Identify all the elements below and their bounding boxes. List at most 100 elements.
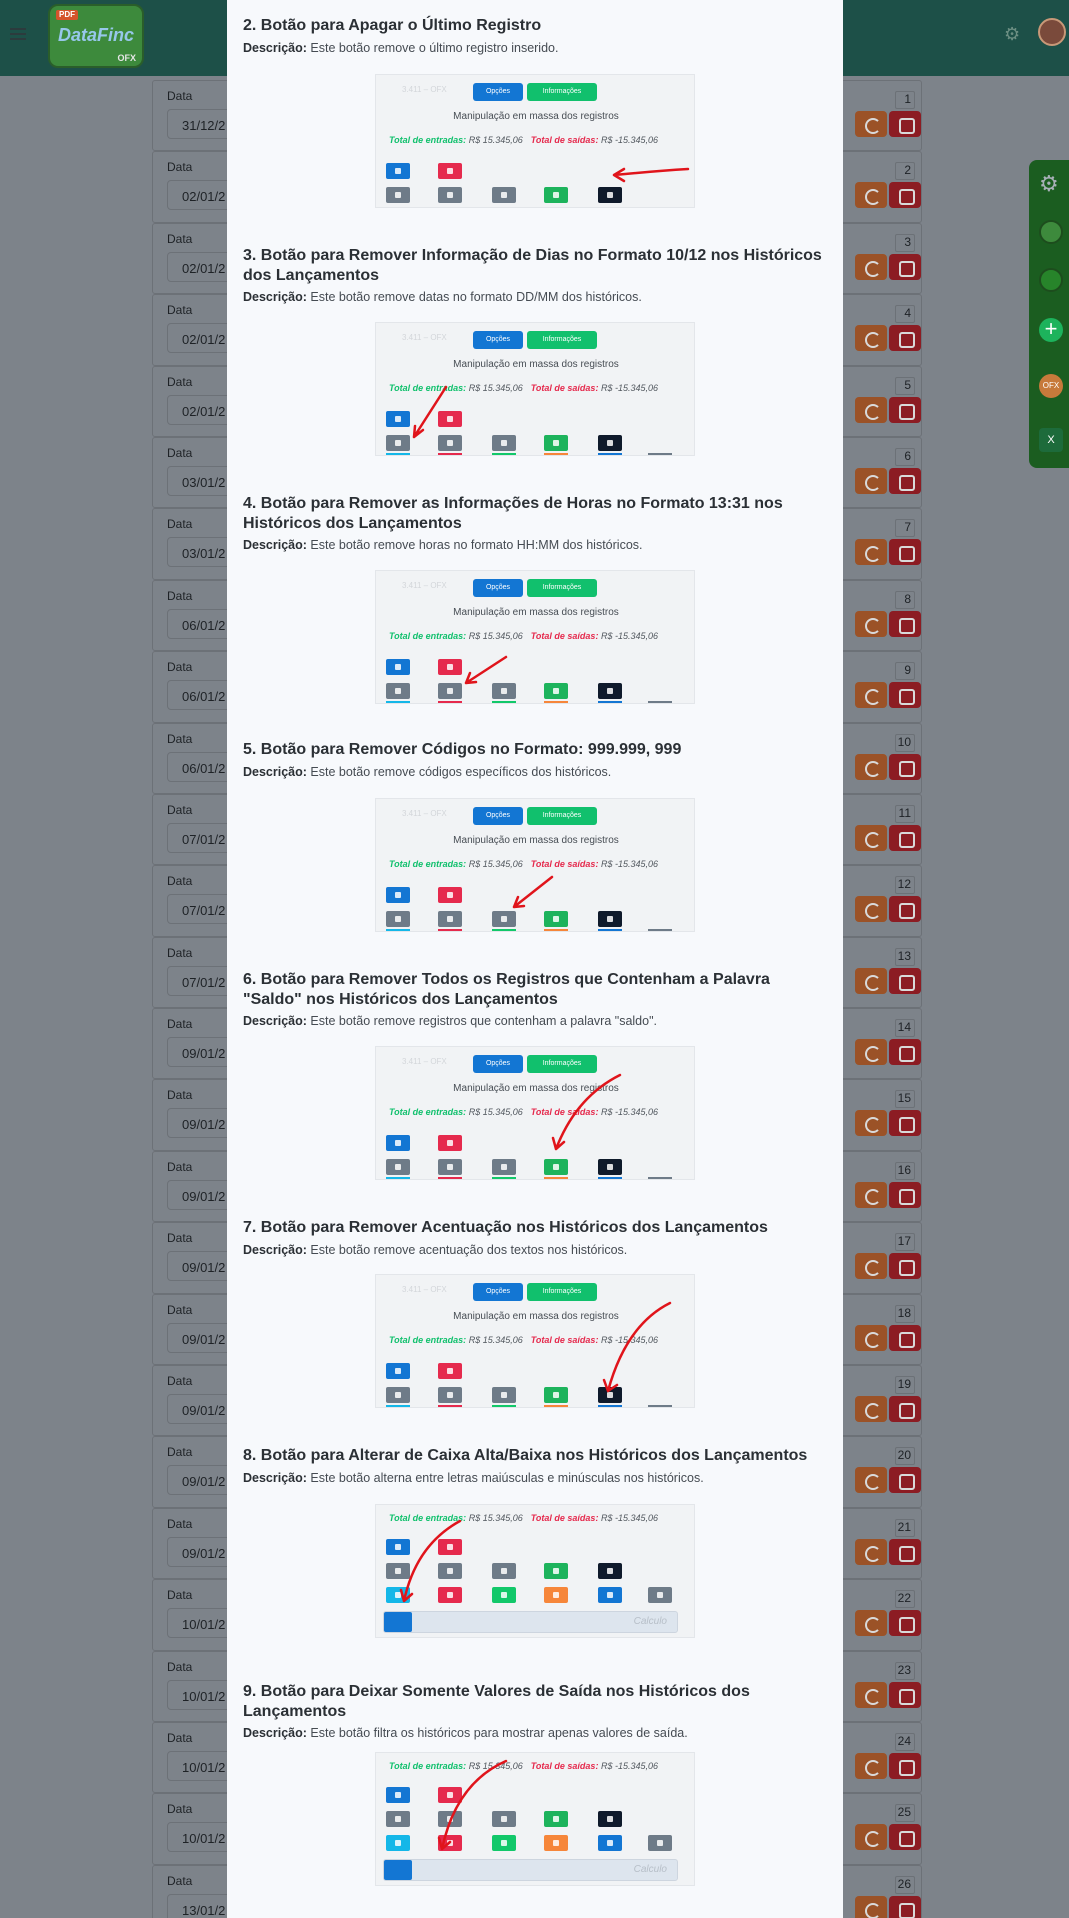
date-value: 06/01/2 — [182, 617, 226, 633]
date-value: 09/01/2 — [182, 1188, 226, 1204]
delete-button[interactable] — [889, 253, 921, 280]
refresh-button[interactable] — [855, 1538, 887, 1565]
date-value: 03/01/2 — [182, 474, 226, 490]
description-label: Descrição: — [243, 764, 307, 779]
delete-button[interactable] — [889, 539, 921, 566]
date-label: Data — [167, 1159, 193, 1174]
refresh-button[interactable] — [855, 111, 887, 137]
date-value: 10/01/2 — [182, 1831, 226, 1847]
refresh-button[interactable] — [855, 682, 887, 709]
example-screenshot: 3.411 – OFX Opções Informações Manipulação … — [375, 74, 695, 208]
refresh-button[interactable] — [855, 1824, 887, 1851]
example-screenshot: Total de entradas: R$ 15.345,06 Total de … — [375, 1752, 695, 1886]
date-value: 02/01/2 — [182, 260, 226, 276]
date-label: Data — [167, 1516, 193, 1531]
section-title: 9. Botão para Deixar Somente Valores de … — [243, 1683, 750, 1720]
delete-button[interactable] — [889, 1752, 921, 1779]
date-label: Data — [167, 1088, 193, 1103]
refresh-button[interactable] — [855, 1110, 887, 1137]
date-label: Data — [167, 374, 193, 389]
logo-icon[interactable] — [1039, 220, 1063, 244]
help-section: 6. Botão para Remover Todos os Registros… — [243, 970, 827, 1030]
row-number: 7 — [895, 519, 915, 538]
refresh-button[interactable] — [855, 467, 887, 494]
refresh-button[interactable] — [855, 396, 887, 423]
refresh-button[interactable] — [855, 1253, 887, 1280]
delete-button[interactable] — [889, 1039, 921, 1066]
refresh-button[interactable] — [855, 182, 887, 209]
refresh-button[interactable] — [855, 1039, 887, 1066]
delete-button[interactable] — [889, 182, 921, 209]
delete-button[interactable] — [889, 824, 921, 851]
description-text: Este botão remove códigos específicos do… — [310, 764, 612, 779]
avatar[interactable] — [1038, 18, 1066, 46]
date-value: 09/01/2 — [182, 1260, 226, 1276]
delete-button[interactable] — [889, 1396, 921, 1423]
delete-button[interactable] — [889, 396, 921, 423]
delete-button[interactable] — [889, 967, 921, 994]
section-title: 6. Botão para Remover Todos os Registros… — [243, 971, 770, 1008]
delete-button[interactable] — [889, 896, 921, 923]
date-value: 03/01/2 — [182, 546, 226, 562]
refresh-button[interactable] — [855, 1752, 887, 1779]
delete-button[interactable] — [889, 682, 921, 709]
refresh-button[interactable] — [855, 1681, 887, 1708]
delete-button[interactable] — [889, 1824, 921, 1851]
delete-button[interactable] — [889, 325, 921, 352]
refresh-button[interactable] — [855, 539, 887, 566]
date-value: 02/01/2 — [182, 189, 226, 205]
description-label: Descrição: — [243, 290, 307, 304]
refresh-button[interactable] — [855, 1467, 887, 1494]
delete-button[interactable] — [889, 1110, 921, 1137]
gear-icon[interactable]: ⚙ — [1004, 24, 1024, 44]
refresh-button[interactable] — [855, 967, 887, 994]
excel-icon[interactable]: X — [1039, 428, 1063, 452]
date-value: 10/01/2 — [182, 1759, 226, 1775]
settings-icon[interactable]: ⚙ — [1039, 172, 1063, 196]
section-title: 2. Botão para Apagar o Último Registro — [243, 17, 542, 34]
date-label: Data — [167, 303, 193, 318]
delete-button[interactable] — [889, 111, 921, 137]
plus-icon[interactable]: + — [1039, 318, 1063, 342]
delete-button[interactable] — [889, 1253, 921, 1280]
delete-button[interactable] — [889, 610, 921, 637]
refresh-button[interactable] — [855, 253, 887, 280]
delete-button[interactable] — [889, 1324, 921, 1351]
section-title: 7. Botão para Remover Acentuação nos His… — [243, 1219, 768, 1236]
date-label: Data — [167, 1445, 193, 1460]
delete-button[interactable] — [889, 1467, 921, 1494]
ofx-icon[interactable]: OFX — [1039, 374, 1063, 398]
date-label: Data — [167, 802, 193, 817]
refresh-button[interactable] — [855, 1324, 887, 1351]
section-description: Descrição: Este botão remove horas no fo… — [243, 537, 827, 554]
description-label: Descrição: — [243, 1242, 307, 1257]
refresh-button[interactable] — [855, 753, 887, 780]
refresh-button[interactable] — [855, 1396, 887, 1423]
refresh-button[interactable] — [855, 1610, 887, 1637]
row-number: 2 — [895, 162, 915, 181]
red-arrow-icon — [399, 1519, 462, 1603]
section-title: 3. Botão para Remover Informação de Dias… — [243, 247, 822, 284]
delete-button[interactable] — [889, 1895, 921, 1918]
globe-icon[interactable] — [1039, 268, 1063, 292]
red-arrow-icon — [464, 655, 508, 685]
delete-button[interactable] — [889, 1681, 921, 1708]
refresh-button[interactable] — [855, 896, 887, 923]
right-toolbar: ⚙ + OFX X — [1029, 160, 1069, 468]
menu-icon[interactable] — [10, 28, 26, 40]
date-label: Data — [167, 231, 193, 246]
delete-button[interactable] — [889, 1538, 921, 1565]
refresh-button[interactable] — [855, 1181, 887, 1208]
date-label: Data — [167, 1588, 193, 1603]
delete-button[interactable] — [889, 753, 921, 780]
delete-button[interactable] — [889, 1610, 921, 1637]
row-number: 16 — [895, 1161, 915, 1180]
refresh-button[interactable] — [855, 824, 887, 851]
delete-button[interactable] — [889, 467, 921, 494]
refresh-button[interactable] — [855, 325, 887, 352]
refresh-button[interactable] — [855, 1895, 887, 1918]
row-number: 4 — [895, 305, 915, 324]
refresh-button[interactable] — [855, 610, 887, 637]
red-arrow-icon — [512, 875, 554, 909]
delete-button[interactable] — [889, 1181, 921, 1208]
